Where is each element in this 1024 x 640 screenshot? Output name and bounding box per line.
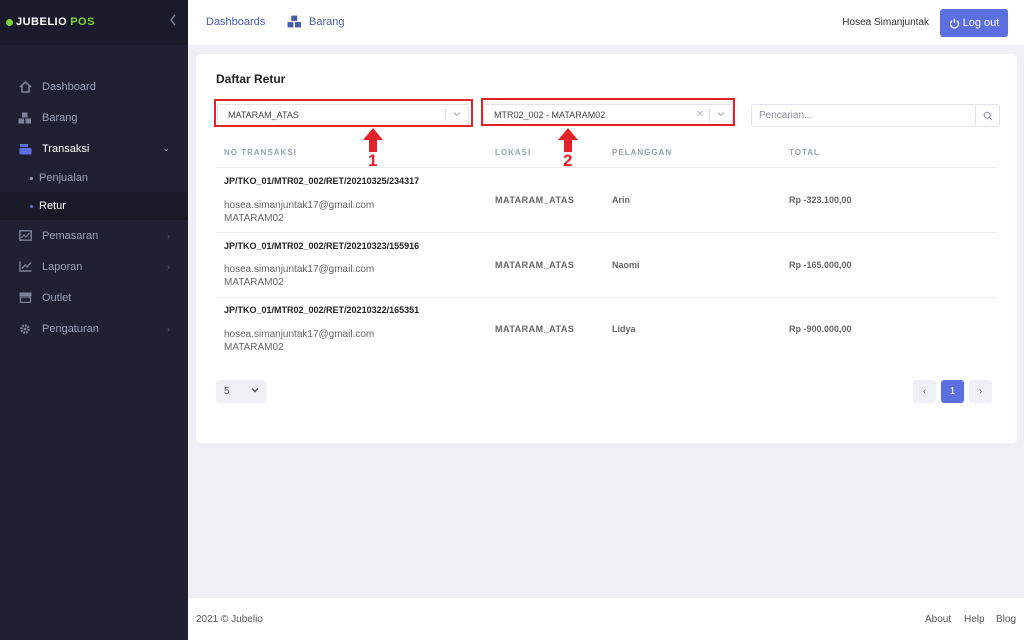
user-name[interactable]: Hosea Simanjuntak <box>842 17 929 28</box>
sidebar-item-transaksi[interactable]: Transaksi ⌄ <box>0 133 188 164</box>
retur-card: Daftar Retur MATARAM_ATAS MTR02_002 - MA… <box>196 54 1017 443</box>
register-name: MATARAM02 <box>224 213 284 224</box>
cubes-icon <box>18 111 32 125</box>
transaction-number[interactable]: JP/TKO_01/MTR02_002/RET/20210325/234317 <box>224 176 419 186</box>
total-cell: Rp -900.000,00 <box>789 324 852 334</box>
sidebar-item-outlet[interactable]: Outlet <box>0 282 188 313</box>
register-name: MATARAM02 <box>224 277 284 288</box>
footer: 2021 © Jubelio About Help Blog <box>188 598 1024 640</box>
column-header-lokasi[interactable]: LOKASI <box>495 148 531 157</box>
collapse-sidebar-icon[interactable] <box>168 13 178 30</box>
prev-page-button[interactable]: ‹ <box>913 380 936 403</box>
sidebar-item-pemasaran[interactable]: Pemasaran › <box>0 220 188 251</box>
page-size-select[interactable]: 5 <box>216 380 266 403</box>
logo-dot-icon <box>6 18 13 26</box>
sidebar-item-barang[interactable]: Barang <box>0 102 188 133</box>
search-icon <box>983 111 993 121</box>
transaction-number[interactable]: JP/TKO_01/MTR02_002/RET/20210323/155916 <box>224 241 419 251</box>
column-header-total[interactable]: TOTAL <box>789 148 820 157</box>
gear-icon <box>18 322 32 336</box>
nav-link-dashboards[interactable]: Dashboards <box>206 16 265 28</box>
logout-button[interactable]: Log out <box>940 9 1008 37</box>
total-cell: Rp -323.100,00 <box>789 195 852 205</box>
page-title: Daftar Retur <box>216 72 286 86</box>
sidebar-item-laporan[interactable]: Laporan › <box>0 251 188 282</box>
search-button[interactable] <box>975 104 1000 127</box>
store-icon <box>18 291 32 305</box>
footer-link-about[interactable]: About <box>925 614 951 625</box>
annotation-label-2: 2 <box>563 151 573 170</box>
chevron-right-icon: › <box>167 230 170 241</box>
sidebar-item-dashboard[interactable]: Dashboard <box>0 71 188 102</box>
cashier-email: hosea.simanjuntak17@gmail.com <box>224 200 375 211</box>
annotation-box-1 <box>214 99 473 127</box>
bullet-icon <box>30 176 33 180</box>
chevron-right-icon: › <box>167 323 170 334</box>
sidebar-item-retur[interactable]: Retur <box>0 192 188 220</box>
chevron-right-icon: › <box>167 261 170 272</box>
cashier-email: hosea.simanjuntak17@gmail.com <box>224 264 375 275</box>
page-1-button[interactable]: 1 <box>941 380 964 403</box>
sidebar-item-penjualan[interactable]: Penjualan <box>0 164 188 192</box>
top-bar: Dashboards Barang Hosea Simanjuntak Log … <box>188 0 1024 45</box>
location-cell: MATARAM_ATAS <box>495 195 575 205</box>
chart-image-icon <box>18 229 32 243</box>
sidebar: JUBELIO POS Dashboard Barang Transaksi ⌄ <box>0 0 188 640</box>
column-header-pelanggan[interactable]: PELANGGAN <box>612 148 672 157</box>
chevron-down-icon <box>251 386 259 396</box>
customer-cell: Lidya <box>612 324 636 334</box>
next-page-button[interactable]: › <box>969 380 992 403</box>
register-name: MATARAM02 <box>224 342 284 353</box>
footer-link-help[interactable]: Help <box>964 614 985 625</box>
annotation-box-2 <box>481 98 735 126</box>
transaction-number[interactable]: JP/TKO_01/MTR02_002/RET/20210322/165351 <box>224 305 419 315</box>
home-icon <box>18 80 32 94</box>
sidebar-item-pengaturan[interactable]: Pengaturan › <box>0 313 188 344</box>
cash-register-icon <box>18 142 32 156</box>
column-header-no-transaksi[interactable]: NO TRANSAKSI <box>224 148 297 157</box>
chevron-down-icon: ⌄ <box>162 143 170 153</box>
annotation-label-1: 1 <box>368 151 378 170</box>
customer-cell: Arin <box>612 195 630 205</box>
cashier-email: hosea.simanjuntak17@gmail.com <box>224 329 375 340</box>
bullet-icon <box>30 204 33 208</box>
copyright: 2021 © Jubelio <box>196 614 263 625</box>
line-chart-icon <box>18 260 32 274</box>
cubes-icon <box>287 15 302 33</box>
total-cell: Rp -165.000,00 <box>789 260 852 270</box>
power-icon <box>949 18 960 29</box>
footer-link-blog[interactable]: Blog <box>996 614 1016 625</box>
brand-logo[interactable]: JUBELIO POS <box>6 16 95 28</box>
search-input[interactable]: Pencarian... <box>751 104 980 127</box>
sidebar-nav: Dashboard Barang Transaksi ⌄ Penjualan R… <box>0 71 188 344</box>
location-cell: MATARAM_ATAS <box>495 324 575 334</box>
customer-cell: Naomi <box>612 260 640 270</box>
brand-bar: JUBELIO POS <box>0 0 188 45</box>
nav-link-barang[interactable]: Barang <box>309 16 344 28</box>
location-cell: MATARAM_ATAS <box>495 260 575 270</box>
